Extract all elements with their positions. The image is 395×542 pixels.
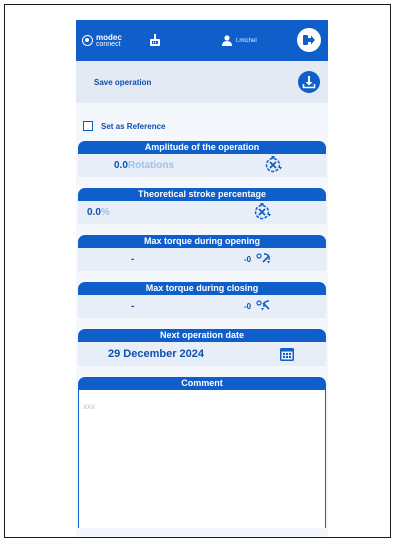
valve-rotation-icon	[265, 156, 282, 173]
torque-opening-reading: -0	[244, 255, 252, 264]
torque-closing-body: - -0	[78, 295, 326, 318]
stroke-title: Theoretical stroke percentage	[78, 188, 326, 201]
amplitude-unit: Rotations	[127, 160, 175, 171]
username: t.michel	[236, 37, 257, 44]
save-operation-label: Save operation	[94, 77, 152, 87]
logout-icon	[303, 35, 315, 45]
torque-opening-body: - -0	[78, 248, 326, 271]
amplitude-card: Amplitude of the operation 0.0Rotations	[78, 141, 326, 177]
logo-text-2: connect	[96, 40, 121, 48]
user-icon	[222, 35, 232, 46]
logo-text-1: modec	[96, 32, 122, 42]
stroke-value: 0.0	[87, 207, 101, 218]
amplitude-value: 0.0	[114, 160, 128, 171]
comment-placeholder: xxx	[83, 402, 95, 411]
stroke-value-wrap: 0.0%	[87, 207, 110, 218]
set-reference-checkbox[interactable]	[83, 121, 93, 131]
torque-close-icon	[256, 300, 270, 311]
next-date-card: Next operation date 29 December 2024	[78, 329, 326, 366]
app-screen: modec connect t.michel Save operation Se…	[76, 20, 328, 537]
comment-textarea[interactable]: xxx	[78, 390, 326, 528]
next-date-value: 29 December 2024	[108, 348, 205, 360]
torque-closing-card: Max torque during closing - -0	[78, 282, 326, 318]
amplitude-title: Amplitude of the operation	[78, 141, 326, 154]
logout-button[interactable]	[297, 28, 321, 52]
torque-opening-title: Max torque during opening	[78, 235, 326, 248]
modec-logo: modec connect	[82, 32, 152, 48]
next-date-body[interactable]: 29 December 2024	[78, 342, 326, 366]
set-reference-row: Set as Reference	[76, 103, 328, 137]
top-bar: modec connect t.michel	[76, 20, 328, 61]
torque-closing-reading: -0	[244, 302, 252, 311]
stroke-body: 0.0%	[78, 201, 326, 224]
amplitude-body: 0.0Rotations	[78, 154, 326, 177]
torque-opening-card: Max torque during opening - -0	[78, 235, 326, 271]
save-operation-button[interactable]	[298, 71, 320, 93]
torque-opening-value: -	[131, 254, 135, 265]
stroke-unit: %	[100, 207, 110, 218]
next-date-title: Next operation date	[78, 329, 326, 342]
torque-closing-value: -	[131, 301, 135, 312]
comment-card: Comment xxx	[78, 377, 326, 528]
torque-open-icon	[256, 253, 270, 264]
comment-title: Comment	[78, 377, 326, 390]
valve-stroke-icon	[254, 203, 271, 220]
calendar-icon[interactable]	[279, 346, 295, 362]
user-info: t.michel	[222, 20, 257, 61]
download-icon	[302, 76, 316, 89]
amplitude-value-wrap: 0.0Rotations	[114, 160, 174, 171]
connected-device-icon[interactable]	[148, 33, 162, 47]
save-operation-row: Save operation	[76, 61, 328, 103]
set-reference-label: Set as Reference	[101, 121, 166, 131]
torque-closing-title: Max torque during closing	[78, 282, 326, 295]
stroke-card: Theoretical stroke percentage 0.0%	[78, 188, 326, 224]
logo-icon	[82, 35, 93, 46]
